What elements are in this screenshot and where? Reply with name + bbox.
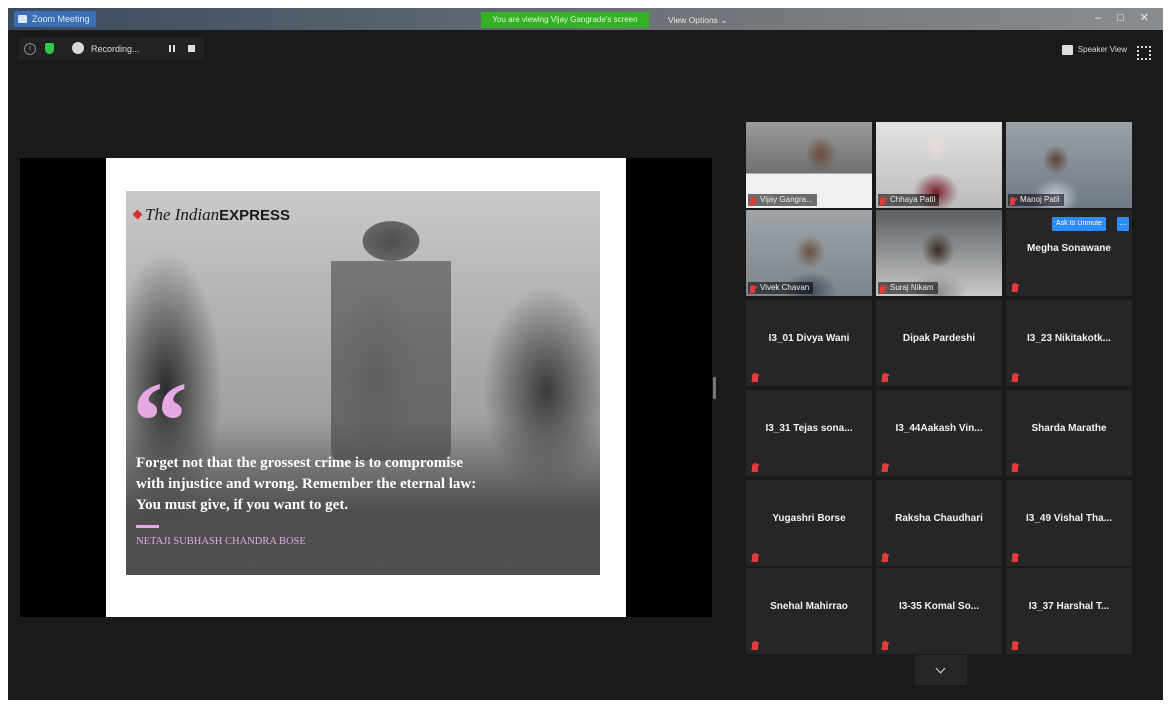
zoom-window: Zoom Meeting You are viewing Vijay Gangr… <box>8 8 1163 700</box>
muted-mic-icon <box>882 463 888 472</box>
title-bar: Zoom Meeting You are viewing Vijay Gangr… <box>8 8 1163 30</box>
participant-tile[interactable]: Dipak Pardeshi <box>876 300 1002 386</box>
muted-mic-icon <box>752 641 758 650</box>
fullscreen-icon[interactable] <box>1137 46 1151 60</box>
participant-name: I3_49 Vishal Tha... <box>1026 513 1112 524</box>
participant-tile[interactable]: Sharda Marathe <box>1006 390 1132 476</box>
participant-tile[interactable]: Vijay Gangra... <box>746 122 872 208</box>
participant-name: Raksha Chaudhari <box>895 513 983 524</box>
speaker-view-icon <box>1061 45 1073 55</box>
muted-mic-icon <box>750 197 755 205</box>
maximize-button[interactable]: □ <box>1117 11 1124 25</box>
participant-name: Vijay Gangra... <box>760 195 813 204</box>
participant-name-tag: Chhaya Patil <box>878 194 940 206</box>
participant-name-tag: Vivek Chavan <box>748 282 814 294</box>
muted-mic-icon <box>752 553 758 562</box>
participant-name: Dipak Pardeshi <box>902 333 976 344</box>
speaker-view-button[interactable]: Speaker View <box>1060 41 1127 59</box>
recording-toolbar: i Recording... <box>18 38 204 60</box>
logo-name: The Indian <box>145 205 220 224</box>
indian-express-logo: The IndianEXPRESS <box>132 205 291 225</box>
participant-name: I3_44Aakash Vin... <box>895 423 983 434</box>
recording-label: Recording... <box>91 44 140 54</box>
stop-recording-icon[interactable] <box>188 45 195 52</box>
participant-tile[interactable]: Chhaya Patil <box>876 122 1002 208</box>
participant-tile[interactable]: Yugashri Borse <box>746 480 872 566</box>
zoom-icon <box>18 15 27 23</box>
muted-mic-icon <box>882 553 888 562</box>
slide-photo: The IndianEXPRESS “ Forget not that the … <box>126 191 600 575</box>
muted-mic-icon <box>880 285 885 293</box>
participant-name: I3_31 Tejas sona... <box>765 423 853 434</box>
participant-name-tag: Manoj Patil <box>1008 194 1064 206</box>
muted-mic-icon <box>1012 463 1018 472</box>
pause-recording-icon[interactable] <box>169 45 175 52</box>
muted-mic-icon <box>882 373 888 382</box>
participant-name: Yugashri Borse <box>772 513 846 524</box>
participant-name: Manoj Patil <box>1020 195 1060 204</box>
participant-name-tag: Suraj Nikam <box>878 282 938 294</box>
logo-express: EXPRESS <box>219 207 291 224</box>
quote-author: NETAJI SUBHASH CHANDRA BOSE <box>136 536 306 547</box>
close-button[interactable]: ✕ <box>1140 11 1149 25</box>
participant-tile[interactable]: I3_01 Divya Wani <box>746 300 872 386</box>
muted-mic-icon <box>752 373 758 382</box>
chevron-down-icon <box>935 663 946 674</box>
logo-diamond-icon <box>132 209 143 220</box>
view-options-button[interactable]: View Options ⌄ <box>668 12 727 28</box>
window-controls: – □ ✕ <box>1095 11 1149 25</box>
muted-mic-icon <box>882 641 888 650</box>
slide: The IndianEXPRESS “ Forget not that the … <box>106 158 626 617</box>
quote-line: Forget not that the grossest crime is to… <box>136 455 463 471</box>
participant-tile[interactable]: I3_49 Vishal Tha... <box>1006 480 1132 566</box>
more-options-button[interactable]: ... <box>1117 217 1129 231</box>
splitter-handle[interactable] <box>713 377 716 399</box>
recording-icon <box>72 42 84 54</box>
next-page-button[interactable] <box>915 655 967 685</box>
participant-tile[interactable]: Vivek Chavan <box>746 210 872 296</box>
shared-screen: The IndianEXPRESS “ Forget not that the … <box>20 158 712 617</box>
participant-tile[interactable]: I3_31 Tejas sona... <box>746 390 872 476</box>
quote-text: Forget not that the grossest crime is to… <box>136 453 576 516</box>
participant-name: Chhaya Patil <box>890 195 936 204</box>
app-title-text: Zoom Meeting <box>32 14 90 24</box>
participant-name: Vivek Chavan <box>760 283 810 292</box>
participant-name-tag: Vijay Gangra... <box>748 194 817 206</box>
muted-mic-icon <box>1012 553 1018 562</box>
participant-name: I3-35 Komal So... <box>898 601 980 612</box>
participant-name: Sharda Marathe <box>1031 423 1107 434</box>
participant-tile[interactable]: Suraj Nikam <box>876 210 1002 296</box>
muted-mic-icon <box>1012 283 1018 292</box>
participant-name: I3_37 Harshal T... <box>1028 601 1110 612</box>
shield-icon[interactable] <box>45 43 54 54</box>
participant-tile[interactable]: Snehal Mahirrao <box>746 568 872 654</box>
participant-tile[interactable]: I3-35 Komal So... <box>876 568 1002 654</box>
participant-name: I3_23 Nikitakotk... <box>1027 333 1111 344</box>
quote-line: You must give, if you want to get. <box>136 497 349 513</box>
participant-tile[interactable]: Manoj Patil <box>1006 122 1132 208</box>
muted-mic-icon <box>1012 373 1018 382</box>
muted-mic-icon <box>750 285 755 293</box>
speaker-view-label: Speaker View <box>1077 45 1127 54</box>
participant-tile[interactable]: I3_44Aakash Vin... <box>876 390 1002 476</box>
muted-mic-icon <box>752 463 758 472</box>
minimize-button[interactable]: – <box>1095 11 1101 25</box>
muted-mic-icon <box>1010 197 1015 205</box>
participant-tile[interactable]: I3_37 Harshal T... <box>1006 568 1132 654</box>
info-icon[interactable]: i <box>24 43 36 55</box>
participant-name: I3_01 Divya Wani <box>768 333 850 344</box>
participant-name: Suraj Nikam <box>890 283 934 292</box>
quote-divider <box>136 525 159 528</box>
app-title: Zoom Meeting <box>14 11 96 27</box>
participant-name: Snehal Mahirrao <box>770 601 848 612</box>
participant-name: Megha Sonawane <box>1027 243 1111 254</box>
muted-mic-icon <box>1012 641 1018 650</box>
viewing-banner: You are viewing Vijay Gangrade's screen <box>481 12 649 28</box>
quote-line: with injustice and wrong. Remember the e… <box>136 476 477 492</box>
ask-to-unmute-button[interactable]: Ask to Unmute <box>1052 217 1106 231</box>
participant-tile[interactable]: Raksha Chaudhari <box>876 480 1002 566</box>
muted-mic-icon <box>880 197 885 205</box>
participant-tile[interactable]: I3_23 Nikitakotk... <box>1006 300 1132 386</box>
